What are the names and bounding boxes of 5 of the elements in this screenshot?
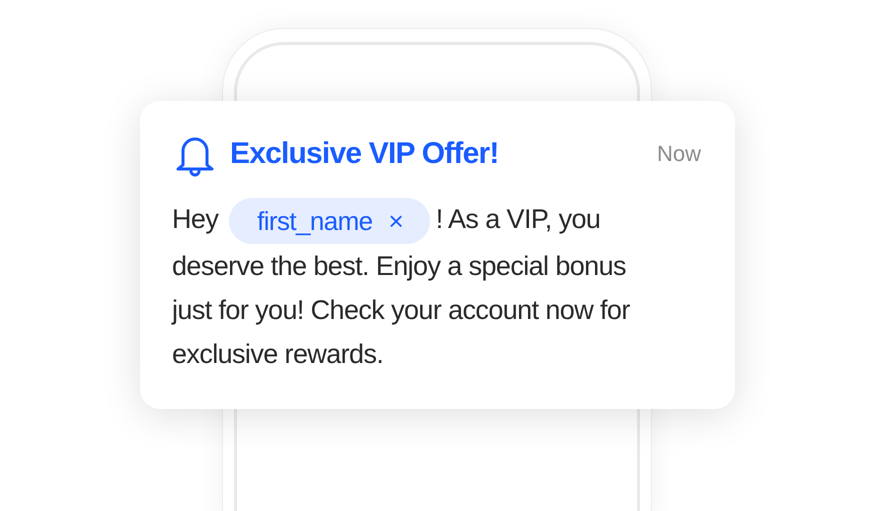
variable-chip[interactable]: first_name ×: [229, 198, 430, 244]
remove-button[interactable]: ×: [388, 198, 404, 243]
message-text: Hey first_name × ! As a VIP, you deserve the best. Enjoy a special bonus just for you! Check your account now for exclusive rewards.: [172, 197, 672, 376]
notification-title: Exclusive VIP Offer!: [230, 137, 500, 171]
timestamp: Now: [656, 141, 701, 167]
